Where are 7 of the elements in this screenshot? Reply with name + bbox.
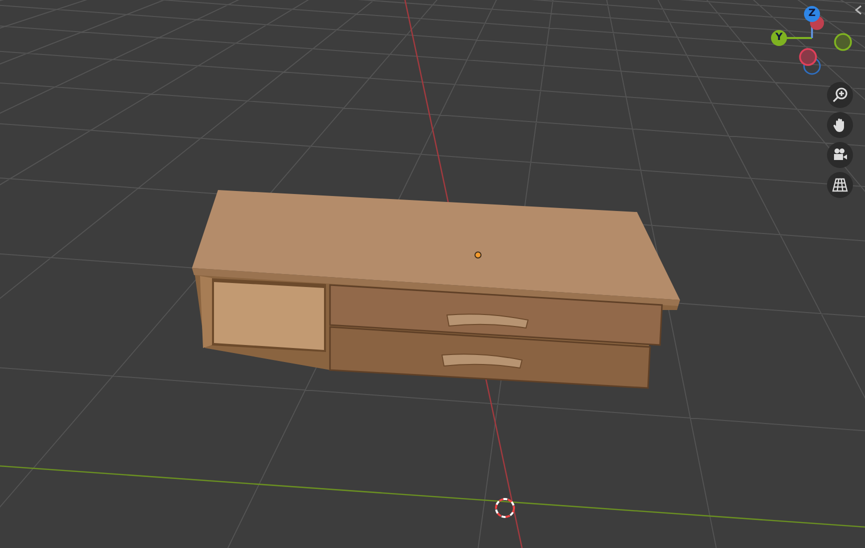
chevron-left-icon[interactable] [855,5,862,15]
3d-cursor-icon [495,498,515,518]
zoom-icon [832,87,848,103]
origin-point [474,252,482,258]
camera-icon [832,147,848,163]
3d-viewport[interactable]: Z Y [0,0,865,548]
grid-icon [832,177,848,193]
